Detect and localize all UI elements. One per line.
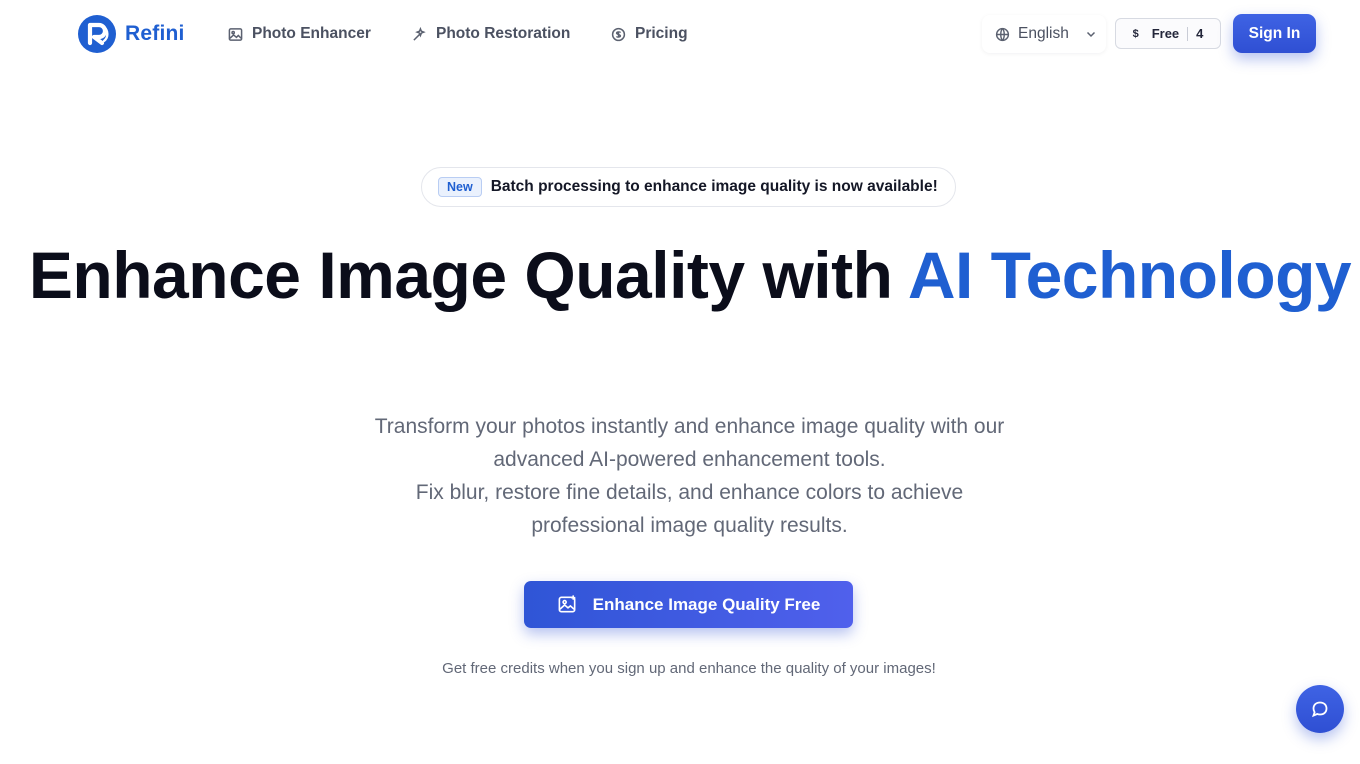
- hero-title-main: Enhance Image Quality with: [28, 238, 908, 312]
- note-text: Get free credits when you sign up and en…: [442, 660, 936, 677]
- chevron-down-icon: [1086, 31, 1095, 38]
- credits-plan: Free: [1151, 26, 1180, 41]
- new-badge: New: [438, 177, 482, 197]
- hero-title-accent: AI Technology: [907, 238, 1352, 312]
- credits-badge[interactable]: $ Free 4: [1115, 18, 1221, 49]
- brand-name: Refini: [125, 22, 185, 45]
- hero-subtitle-line: professional image quality results.: [531, 514, 848, 537]
- language-label: English: [1018, 25, 1069, 42]
- image-icon: [228, 27, 243, 41]
- nav-photo-restoration-label: Photo Restoration: [436, 25, 571, 42]
- signup-credits-note: Get free credits when you sign up and en…: [0, 660, 1360, 677]
- top-navigation: Refini Photo Enhancer Photo Restoration …: [0, 0, 1360, 68]
- enhance-free-label: Enhance Image Quality Free: [592, 594, 821, 614]
- chat-support-button[interactable]: [1296, 685, 1344, 733]
- dollar-icon: $: [1132, 27, 1139, 40]
- hero-subtitle-line: Transform your photos instantly and enha…: [374, 415, 1005, 438]
- logo-icon: [78, 15, 116, 53]
- announcement-message: Batch processing to enhance image qualit…: [490, 178, 938, 195]
- language-selector[interactable]: English: [982, 15, 1106, 53]
- announcement-banner[interactable]: New Batch processing to enhance image qu…: [421, 167, 956, 207]
- hero-subtitle: Transform your photos instantly and enha…: [330, 410, 1049, 542]
- nav-photo-enhancer-label: Photo Enhancer: [252, 25, 371, 42]
- nav-pricing[interactable]: Pricing: [611, 22, 688, 46]
- hero-title: Enhance Image Quality with AI Technology: [0, 238, 1360, 312]
- hero-subtitle-line: advanced AI-powered enhancement tools.: [493, 448, 886, 471]
- enhance-free-button[interactable]: Enhance Image Quality Free: [524, 581, 853, 628]
- nav-photo-enhancer[interactable]: Photo Enhancer: [228, 22, 371, 46]
- credits-count: 4: [1196, 26, 1204, 41]
- globe-icon: [995, 27, 1010, 41]
- sign-in-button[interactable]: Sign In: [1233, 14, 1316, 53]
- nav-pricing-label: Pricing: [635, 25, 688, 42]
- image-plus-icon: [558, 595, 576, 613]
- credits-divider: [1187, 26, 1189, 41]
- hero-subtitle-line: Fix blur, restore fine details, and enha…: [415, 481, 964, 504]
- brand-logo-link[interactable]: Refini: [78, 15, 185, 53]
- announcement-text: Batch processing to enhance image qualit…: [491, 178, 938, 196]
- nav-photo-restoration[interactable]: Photo Restoration: [412, 22, 570, 46]
- wand-icon: [413, 26, 426, 41]
- coin-icon: [611, 27, 626, 41]
- chat-bubble-icon: [1312, 701, 1328, 718]
